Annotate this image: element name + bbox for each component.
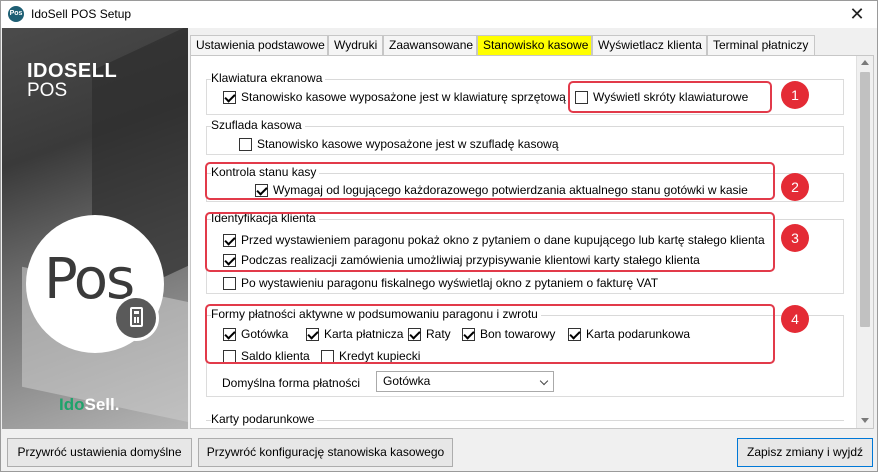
brand-product: POS: [27, 80, 68, 101]
checkbox-label: Stanowisko kasowe wyposażone jest w klaw…: [241, 90, 566, 104]
default-payment-value: Gotówka: [383, 374, 431, 388]
chevron-down-icon: [539, 376, 549, 386]
checkbox-ask-vat-invoice[interactable]: Po wystawieniu paragonu fiskalnego wyświ…: [223, 276, 658, 290]
logo-prefix: Ido: [59, 395, 85, 414]
tab-payment-terminal[interactable]: Terminal płatniczy: [707, 35, 815, 56]
save-and-exit-button[interactable]: Zapisz zmiany i wyjdź: [737, 438, 873, 467]
checkbox-label: Po wystawieniu paragonu fiskalnego wyświ…: [241, 276, 659, 290]
annotation-badge-4: 4: [781, 305, 809, 333]
default-payment-label: Domyślna forma płatności: [222, 376, 361, 390]
annotation-badge-2: 2: [781, 173, 809, 201]
idosell-logo: IdoSell.: [59, 395, 119, 415]
annotation-highlight-3: [205, 212, 775, 272]
tab-printouts[interactable]: Wydruki: [328, 35, 383, 56]
close-button[interactable]: ✕: [837, 1, 877, 28]
logo-suffix: Sell.: [84, 395, 120, 414]
checkbox-cash-drawer[interactable]: Stanowisko kasowe wyposażone jest w szuf…: [239, 137, 559, 151]
scroll-down-icon[interactable]: [861, 418, 869, 423]
annotation-highlight-2: [205, 162, 775, 200]
window-title: IdoSell POS Setup: [31, 7, 132, 21]
settings-scroll-area: Klawiatura ekranowa Stanowisko kasowe wy…: [191, 56, 857, 428]
restore-defaults-button[interactable]: Przywróć ustawienia domyślne: [7, 438, 192, 467]
group-drawer-title: Szuflada kasowa: [211, 118, 305, 132]
side-banner: IDOSELL POS Pos IdoSell.: [2, 28, 188, 429]
group-keyboard-title: Klawiatura ekranowa: [211, 71, 326, 85]
close-icon: ✕: [849, 4, 865, 24]
checkbox-icon: [223, 90, 236, 104]
app-icon: Pos: [8, 6, 24, 22]
calculator-icon: [113, 295, 159, 341]
checkbox-hw-keyboard[interactable]: Stanowisko kasowe wyposażone jest w klaw…: [223, 90, 566, 104]
vertical-scrollbar[interactable]: [856, 56, 873, 428]
checkbox-icon: [239, 137, 252, 151]
group-gift-cards-title: Karty podarunkowe: [211, 412, 318, 426]
annotation-highlight-1: [568, 81, 772, 113]
annotation-badge-3: 3: [781, 224, 809, 252]
annotation-highlight-4: [205, 304, 775, 364]
title-bar: Pos IdoSell POS Setup ✕: [1, 1, 877, 28]
setup-window: Pos IdoSell POS Setup ✕ IDOSELL POS Pos …: [0, 0, 878, 472]
tab-basic-settings[interactable]: Ustawienia podstawowe: [190, 35, 328, 56]
checkbox-label: Stanowisko kasowe wyposażone jest w szuf…: [257, 137, 559, 151]
tab-cash-station[interactable]: Stanowisko kasowe: [477, 35, 592, 56]
default-payment-select[interactable]: Gotówka: [376, 371, 554, 392]
scrollbar-thumb[interactable]: [860, 72, 870, 327]
restore-station-config-button[interactable]: Przywróć konfigurację stanowiska kasoweg…: [198, 438, 453, 467]
brand-name: IDOSELL: [27, 60, 118, 82]
tab-customer-display[interactable]: Wyświetlacz klienta: [592, 35, 707, 56]
tab-advanced[interactable]: Zaawansowane: [383, 35, 477, 56]
scroll-up-icon[interactable]: [861, 60, 869, 65]
annotation-badge-1: 1: [781, 81, 809, 109]
settings-panel: Klawiatura ekranowa Stanowisko kasowe wy…: [190, 55, 874, 429]
checkbox-icon: [223, 276, 236, 290]
